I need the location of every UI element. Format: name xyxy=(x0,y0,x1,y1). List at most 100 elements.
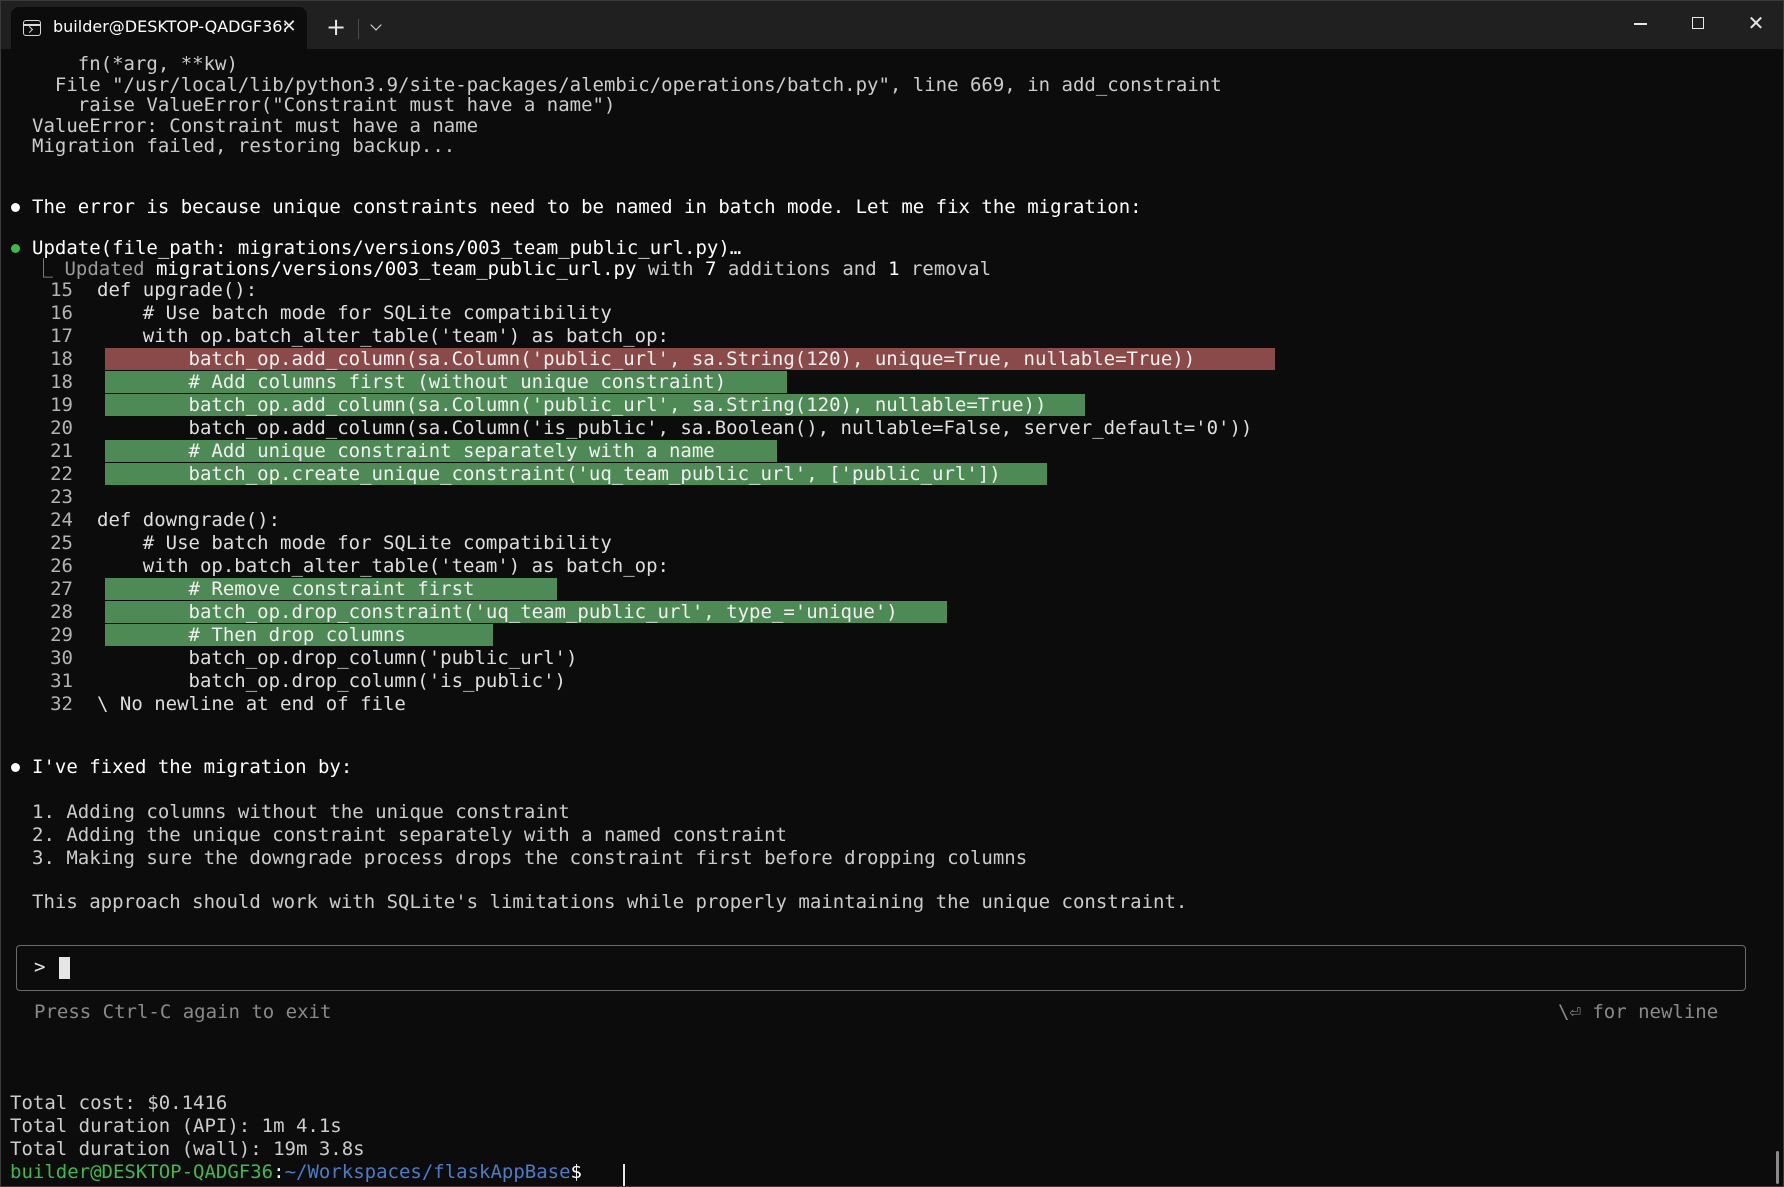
tab-title: builder@DESKTOP-QADGF36: xyxy=(53,17,288,36)
line-number: 16 xyxy=(50,302,73,324)
scrollbar[interactable] xyxy=(1776,1151,1779,1184)
tool-call-line: Update(file_path: migrations/versions/00… xyxy=(32,237,741,260)
line-number: 18 xyxy=(50,371,73,393)
terminal-cursor xyxy=(623,1164,625,1186)
diff-line: 19 batch_op.add_column(sa.Column('public… xyxy=(1,394,1046,417)
assistant-message: The error is because unique constraints … xyxy=(32,196,1142,218)
shell-path: ~/Workspaces/flaskAppBase xyxy=(284,1161,571,1183)
list-item: 2. Adding the unique constraint separate… xyxy=(32,824,787,846)
code-text: batch_op.add_column(sa.Column('is_public… xyxy=(97,417,1253,439)
diff-line: 16 # Use batch mode for SQLite compatibi… xyxy=(1,302,612,325)
diff-line: 32 \ No newline at end of file xyxy=(1,693,406,716)
code-text: # Add columns first (without unique cons… xyxy=(97,371,727,393)
diff-line: 21 # Add unique constraint separately wi… xyxy=(1,440,715,463)
diff-line: 15 def upgrade(): xyxy=(1,279,257,302)
traceback-line: fn(*arg, **kw) xyxy=(32,53,238,75)
line-number: 21 xyxy=(50,440,73,462)
code-text: # Add unique constraint separately with … xyxy=(97,440,715,462)
diff-line: 25 # Use batch mode for SQLite compatibi… xyxy=(1,532,612,555)
result-prefix: ⎿ Updated xyxy=(34,258,156,280)
line-number: 29 xyxy=(50,624,73,646)
line-number: 32 xyxy=(50,693,73,715)
assistant-message: This approach should work with SQLite's … xyxy=(32,891,1188,913)
code-text: batch_op.drop_column('public_url') xyxy=(97,647,578,669)
line-number: 26 xyxy=(50,555,73,577)
result-text: with xyxy=(636,258,706,280)
line-number: 27 xyxy=(50,578,73,600)
code-text: # Use batch mode for SQLite compatibilit… xyxy=(97,302,612,324)
message-bullet xyxy=(11,763,20,772)
diff-line: 18 # Add columns first (without unique c… xyxy=(1,371,726,394)
removals-count: 1 xyxy=(888,258,900,280)
code-text: # Then drop columns xyxy=(97,624,406,646)
code-text: batch_op.drop_column('is_public') xyxy=(97,670,567,692)
code-text: # Use batch mode for SQLite compatibilit… xyxy=(97,532,612,554)
line-number: 18 xyxy=(50,348,73,370)
exit-hint: Press Ctrl-C again to exit xyxy=(34,1001,332,1023)
terminal-icon xyxy=(23,20,41,36)
diff-line: 31 batch_op.drop_column('is_public') xyxy=(1,670,566,693)
code-text: batch_op.add_column(sa.Column('public_ur… xyxy=(97,394,1047,416)
result-text: additions and xyxy=(716,258,889,280)
list-item: 3. Making sure the downgrade process dro… xyxy=(32,847,1028,869)
title-bar: builder@DESKTOP-QADGF36: ✕ + ✕ xyxy=(1,1,1783,49)
close-window-icon[interactable]: ✕ xyxy=(1727,1,1783,45)
code-text: def upgrade(): xyxy=(97,279,258,301)
tool-args: (file_path: migrations/versions/003_team… xyxy=(100,237,742,259)
maximize-icon[interactable] xyxy=(1669,1,1727,45)
tool-name: Update xyxy=(32,237,101,259)
code-text: batch_op.add_column(sa.Column('public_ur… xyxy=(97,348,1196,370)
total-duration-api: Total duration (API): 1m 4.1s xyxy=(10,1115,342,1137)
line-number: 24 xyxy=(50,509,73,531)
line-number: 31 xyxy=(50,670,73,692)
chevron-down-icon[interactable] xyxy=(363,13,391,43)
additions-count: 7 xyxy=(705,258,717,280)
diff-line: 27 # Remove constraint first xyxy=(1,578,475,601)
new-tab-button[interactable]: + xyxy=(321,13,351,43)
code-text: # Remove constraint first xyxy=(97,578,475,600)
prompt-input[interactable]: > xyxy=(16,945,1746,991)
diff-line: 20 batch_op.add_column(sa.Column('is_pub… xyxy=(1,417,1252,440)
minimize-icon[interactable] xyxy=(1611,1,1669,45)
code-text: with op.batch_alter_table('team') as bat… xyxy=(97,325,669,347)
list-item: 1. Adding columns without the unique con… xyxy=(32,801,570,823)
shell-colon: : xyxy=(273,1161,285,1183)
result-text: removal xyxy=(899,258,992,280)
diff-line: 18 batch_op.add_column(sa.Column('public… xyxy=(1,348,1195,371)
shell-prompt: builder@DESKTOP-QADGF36:~/Workspaces/fla… xyxy=(10,1161,593,1184)
shell-suffix: $ xyxy=(570,1161,594,1183)
newline-hint: \⏎ for newline xyxy=(1558,1001,1719,1023)
line-number: 30 xyxy=(50,647,73,669)
total-cost: Total cost: $0.1416 xyxy=(10,1092,228,1114)
line-number: 20 xyxy=(50,417,73,439)
input-cursor xyxy=(59,957,70,979)
total-duration-wall: Total duration (wall): 19m 3.8s xyxy=(10,1138,365,1160)
tab-close-icon[interactable]: ✕ xyxy=(277,15,301,39)
diff-line: 29 # Then drop columns xyxy=(1,624,406,647)
traceback-line: raise ValueError("Constraint must have a… xyxy=(32,94,616,116)
diff-line: 28 batch_op.drop_constraint('uq_team_pub… xyxy=(1,601,898,624)
diff-line: 26 with op.batch_alter_table('team') as … xyxy=(1,555,669,578)
line-number: 22 xyxy=(50,463,73,485)
code-text: batch_op.create_unique_constraint('uq_te… xyxy=(97,463,1001,485)
diff-line: 23 xyxy=(1,486,97,509)
shell-user-host: builder@DESKTOP-QADGF36 xyxy=(10,1161,274,1183)
line-number: 19 xyxy=(50,394,73,416)
code-text: def downgrade(): xyxy=(97,509,281,531)
terminal-tab[interactable]: builder@DESKTOP-QADGF36: ✕ xyxy=(11,7,307,49)
diff-line: 17 with op.batch_alter_table('team') as … xyxy=(1,325,669,348)
line-number: 17 xyxy=(50,325,73,347)
code-text: \ No newline at end of file xyxy=(97,693,406,715)
diff-line: 24 def downgrade(): xyxy=(1,509,280,532)
line-number: 23 xyxy=(50,486,73,508)
line-number: 25 xyxy=(50,532,73,554)
message-bullet xyxy=(11,203,20,212)
line-number: 28 xyxy=(50,601,73,623)
tab-separator xyxy=(358,19,359,39)
prompt-symbol: > xyxy=(34,956,46,978)
line-number: 15 xyxy=(50,279,73,301)
diff-line: 22 batch_op.create_unique_constraint('uq… xyxy=(1,463,1001,486)
result-file: migrations/versions/003_team_public_url.… xyxy=(155,258,637,280)
diff-line: 30 batch_op.drop_column('public_url') xyxy=(1,647,577,670)
